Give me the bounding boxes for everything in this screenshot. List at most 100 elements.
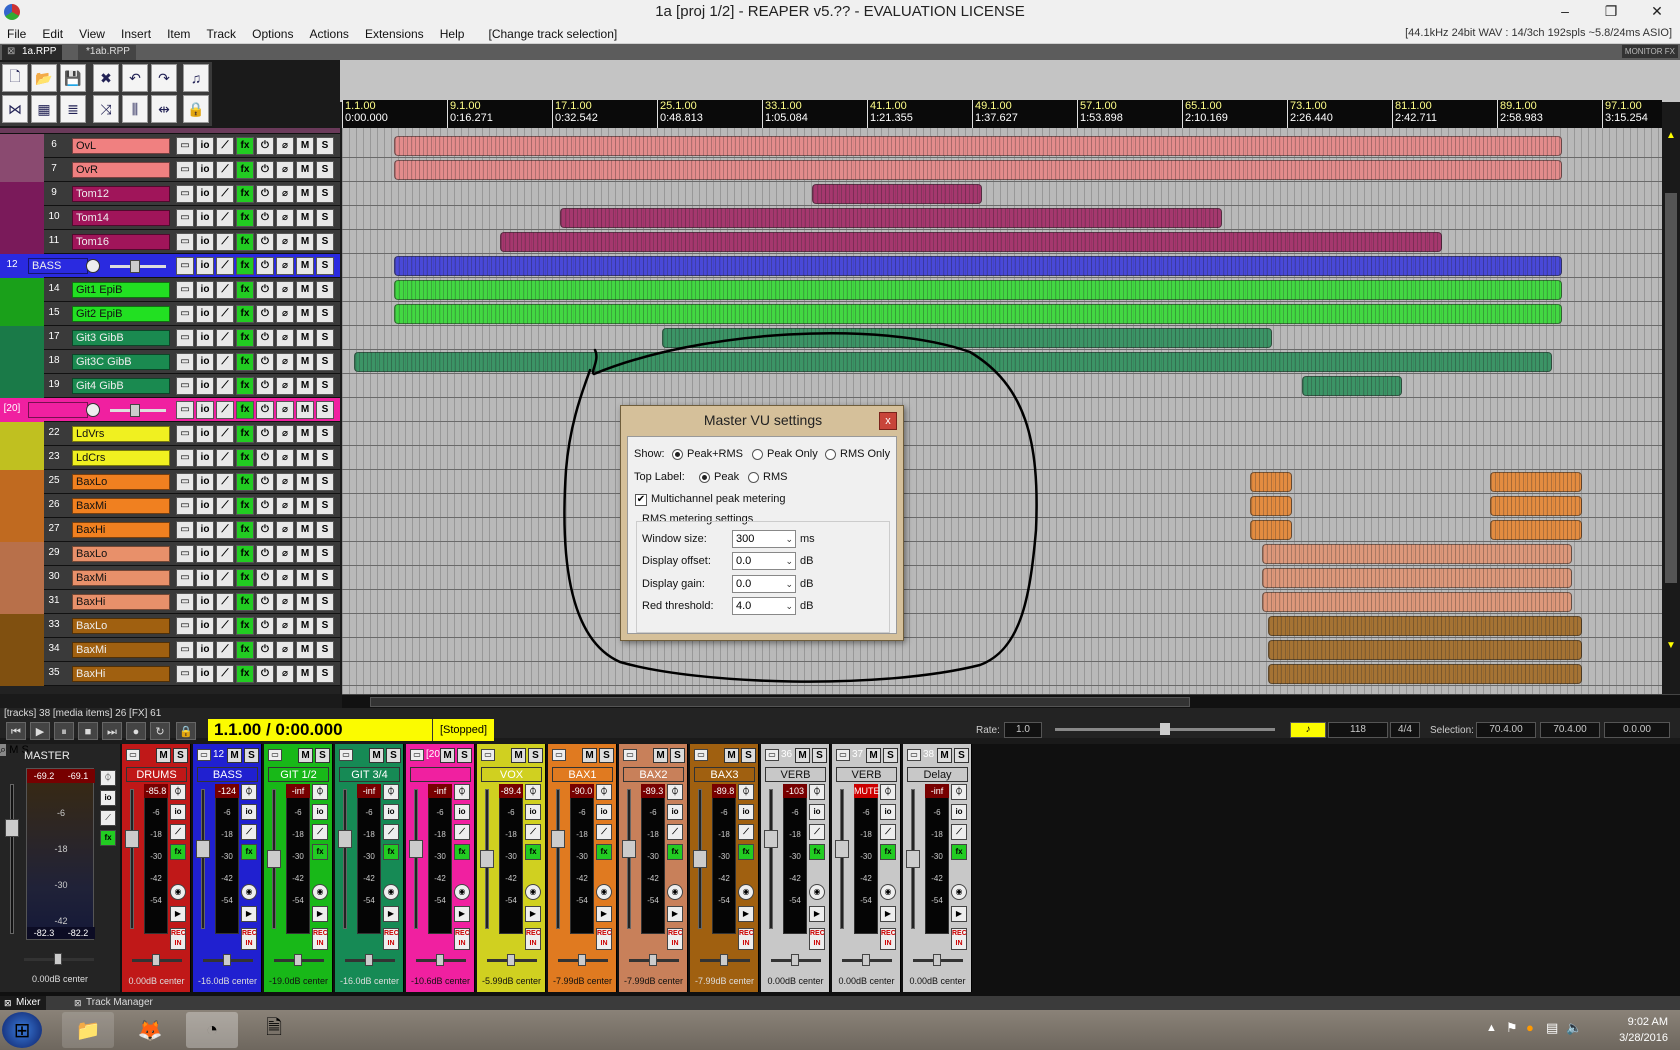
media-item[interactable] [1250,520,1292,540]
undo-icon[interactable]: ↶ [122,64,148,92]
strip-pan-slider[interactable] [416,954,466,966]
media-item[interactable] [1268,664,1582,684]
strip-envelope-icon[interactable]: ⟋ [170,824,186,840]
strip-monitor-icon[interactable]: ▶ [809,906,825,922]
track-solo-button[interactable]: S [316,665,334,683]
strip-folder-icon[interactable]: ▭ [410,749,424,761]
track-io-button[interactable]: io [196,185,214,203]
strip-solo-button[interactable]: S [457,748,472,763]
strip-phase-icon[interactable]: ⏀ [383,784,399,800]
radio-top-rms-label[interactable]: RMS [763,471,787,483]
track-row[interactable]: 29 BaxLo ▭ io ⟋ fx ⏻ ⌀ M S [0,542,340,566]
strip-envelope-icon[interactable]: ⟋ [525,824,541,840]
menu-extensions[interactable]: Extensions [358,24,430,41]
strip-solo-button[interactable]: S [315,748,330,763]
track-fx-bypass-icon[interactable]: ⏻ [256,257,274,275]
track-name-field[interactable]: BaxHi [72,666,170,682]
strip-mute-button[interactable]: M [724,748,739,763]
media-item[interactable] [1490,472,1582,492]
track-row[interactable]: 34 BaxMi ▭ io ⟋ fx ⏻ ⌀ M S [0,638,340,662]
master-io-button[interactable]: io [100,790,116,806]
track-phase-icon[interactable]: ⌀ [276,569,294,587]
master-pan-slider[interactable] [24,953,94,965]
track-lane[interactable] [342,350,1662,374]
window-size-select[interactable]: 300 ⌄ [732,530,796,548]
open-project-icon[interactable]: 📂 [31,64,57,92]
track-phase-icon[interactable]: ⌀ [276,185,294,203]
strip-folder-icon[interactable]: ▭ [907,749,921,761]
strip-record-arm-icon[interactable]: ◉ [880,884,896,900]
track-folder-icon[interactable]: ▭ [176,617,194,635]
track-fx-button[interactable]: fx [236,449,254,467]
reaper-taskbar-icon[interactable]: ◔ [186,1012,238,1048]
track-mute-button[interactable]: M [296,497,314,515]
track-envelope-icon[interactable]: ⟋ [216,617,234,635]
strip-pan-knob[interactable] [862,954,870,966]
track-row[interactable]: 26 BaxMi ▭ io ⟋ fx ⏻ ⌀ M S [0,494,340,518]
menu-track[interactable]: Track [200,24,243,41]
track-envelope-icon[interactable]: ⟋ [216,401,234,419]
strip-record-arm-icon[interactable]: ◉ [241,884,257,900]
track-mute-button[interactable]: M [296,545,314,563]
menu-actions[interactable]: Actions [303,24,355,41]
track-name-field[interactable]: BaxHi [72,594,170,610]
strip-pan-slider[interactable] [842,954,892,966]
rate-slider-knob[interactable] [1160,723,1170,735]
track-fx-button[interactable]: fx [236,281,254,299]
strip-fader-knob[interactable] [622,840,636,858]
track-fx-button[interactable]: fx [236,617,254,635]
track-fx-bypass-icon[interactable]: ⏻ [256,449,274,467]
track-fx-button[interactable]: fx [236,257,254,275]
strip-pan-slider[interactable] [771,954,821,966]
strip-fader-knob[interactable] [267,850,281,868]
track-name-field[interactable]: Tom14 [72,210,170,226]
strip-record-arm-icon[interactable]: ◉ [383,884,399,900]
track-row[interactable]: [20] ▭ io ⟋ fx ⏻ ⌀ M S [0,398,340,422]
strip-pan-knob[interactable] [933,954,941,966]
track-phase-icon[interactable]: ⌀ [276,281,294,299]
folder-record-icon[interactable] [86,259,100,273]
track-io-button[interactable]: io [196,425,214,443]
master-strip[interactable]: ⌕ MASTER M S -69.2 -69.1 -6 -18 -30 -42 -82… [0,744,120,992]
redo-icon[interactable]: ↷ [151,64,177,92]
media-item[interactable] [394,256,1562,276]
strip-fader-track[interactable] [622,789,636,929]
strip-mute-button[interactable]: M [866,748,881,763]
track-fx-button[interactable]: fx [236,569,254,587]
track-fx-button[interactable]: fx [236,209,254,227]
track-mute-button[interactable]: M [296,209,314,227]
track-fx-bypass-icon[interactable]: ⏻ [256,641,274,659]
track-lane[interactable] [342,326,1662,350]
track-fx-bypass-icon[interactable]: ⏻ [256,521,274,539]
track-mute-button[interactable]: M [296,281,314,299]
mixer-strip[interactable]: ▭ 38 M S Delay -inf -6 -18 -30 -42 -54 ⏀ io ⟋ fx ◉ ▶ REC … [903,744,972,992]
track-fx-bypass-icon[interactable]: ⏻ [256,425,274,443]
strip-name[interactable]: BASS [197,767,258,782]
track-solo-button[interactable]: S [316,593,334,611]
track-mute-button[interactable]: M [296,521,314,539]
track-folder-icon[interactable]: ▭ [176,233,194,251]
strip-fader-track[interactable] [338,789,352,929]
strip-fader-knob[interactable] [480,850,494,868]
mixer-strip[interactable]: ▭ 36 M S VERB -103 -6 -18 -30 -42 -54 ⏀ io ⟋ fx ◉ ▶ REC I… [761,744,830,992]
track-row[interactable]: 15 Git2 EpiB ▭ io ⟋ fx ⏻ ⌀ M S [0,302,340,326]
track-name-field[interactable]: BaxLo [72,618,170,634]
track-row[interactable]: 30 BaxMi ▭ io ⟋ fx ⏻ ⌀ M S [0,566,340,590]
track-folder-icon[interactable]: ▭ [176,185,194,203]
track-envelope-icon[interactable]: ⟋ [216,185,234,203]
strip-fader-track[interactable] [906,789,920,929]
track-phase-icon[interactable]: ⌀ [276,377,294,395]
track-mute-button[interactable]: M [296,257,314,275]
strip-rec-in-label[interactable]: REC IN [383,928,399,950]
master-fader-knob[interactable] [5,819,19,837]
track-row[interactable]: 9 Tom12 ▭ io ⟋ fx ⏻ ⌀ M S [0,182,340,206]
strip-pan-knob[interactable] [223,954,231,966]
track-solo-button[interactable]: S [316,641,334,659]
track-name-field[interactable]: LdVrs [72,426,170,442]
strip-mute-button[interactable]: M [440,748,455,763]
selection-length-field[interactable]: 0.0.00 [1604,722,1670,738]
mixer-strip[interactable]: ▭ [20] M S -inf -6 -18 -30 -42 -54 ⏀ io ⟋ fx ◉ ▶ REC IN -… [406,744,475,992]
mixer-strip[interactable]: ▭ 37 M S VERB MUTE -6 -18 -30 -42 -54 ⏀ io ⟋ fx ◉ ▶ REC I… [832,744,901,992]
track-name-field[interactable]: Tom12 [72,186,170,202]
strip-pan-slider[interactable] [132,954,182,966]
